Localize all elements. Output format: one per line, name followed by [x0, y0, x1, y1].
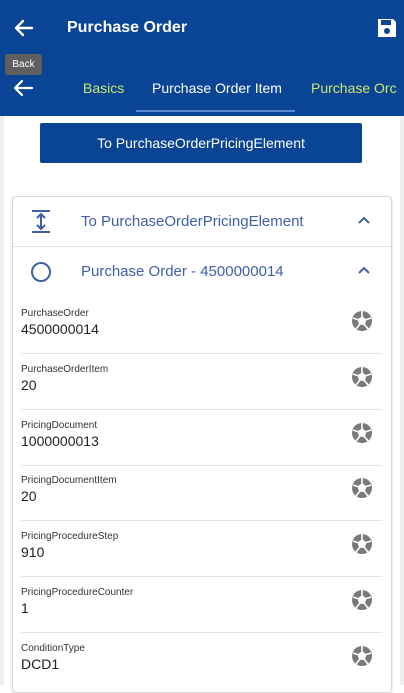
arrow-left-icon[interactable]	[12, 16, 36, 40]
field-condition-type: ConditionType DCD1	[21, 633, 382, 689]
page-title: Purchase Order	[67, 19, 188, 36]
field-label: PricingProcedureStep	[21, 531, 119, 542]
field-pricing-procedure-counter: PricingProcedureCounter 1	[21, 577, 382, 633]
field-value: 20	[21, 488, 37, 504]
field-label: PricingDocument	[21, 420, 98, 431]
save-icon[interactable]	[376, 17, 398, 39]
app-bar: Purchase Order	[0, 0, 404, 60]
field-value: 910	[21, 544, 45, 560]
field-label: PurchaseOrder	[21, 308, 89, 319]
field-purchase-order-item: PurchaseOrderItem 20	[21, 354, 382, 410]
field-value: 4500000014	[21, 321, 99, 337]
aperture-icon[interactable]	[351, 589, 373, 611]
arrow-left-icon[interactable]	[12, 78, 34, 98]
aperture-icon[interactable]	[351, 533, 373, 555]
field-purchase-order: PurchaseOrder 4500000014	[21, 298, 382, 354]
nav-section-header[interactable]: To PurchaseOrderPricingElement	[13, 197, 391, 247]
field-label: PricingDocumentItem	[21, 475, 117, 486]
field-value: 20	[21, 377, 37, 393]
field-label: PurchaseOrderItem	[21, 364, 109, 375]
active-tab-indicator	[136, 110, 295, 112]
aperture-icon[interactable]	[351, 366, 373, 388]
field-label: ConditionType	[21, 643, 85, 654]
aperture-icon[interactable]	[351, 477, 373, 499]
field-label: PricingProcedureCounter	[21, 587, 134, 598]
circle-icon	[31, 262, 51, 282]
nav-section-label: To PurchaseOrderPricingElement	[81, 213, 304, 230]
aperture-icon[interactable]	[351, 310, 373, 332]
tab-basics[interactable]: Basics	[83, 80, 124, 96]
field-pricing-document-item: PricingDocumentItem 20	[21, 465, 382, 521]
back-tooltip: Back	[5, 54, 42, 75]
field-value: 1000000013	[21, 433, 99, 449]
right-gutter	[400, 116, 404, 685]
aperture-icon[interactable]	[351, 422, 373, 444]
tab-bar: Basics Purchase Order Item Purchase Orc	[0, 60, 404, 116]
object-section-label: Purchase Order - 4500000014	[81, 263, 284, 280]
to-pricing-element-button[interactable]: To PurchaseOrderPricingElement	[40, 123, 362, 163]
field-value: DCD1	[21, 656, 60, 672]
chevron-up-icon[interactable]	[357, 265, 371, 275]
expand-vertical-icon	[32, 210, 50, 233]
left-gutter	[0, 116, 4, 685]
aperture-icon[interactable]	[351, 645, 373, 667]
object-section-header[interactable]: Purchase Order - 4500000014	[13, 247, 391, 297]
field-pricing-procedure-step: PricingProcedureStep 910	[21, 521, 382, 577]
chevron-up-icon[interactable]	[357, 215, 371, 225]
tab-purchase-order-item[interactable]: Purchase Order Item	[152, 80, 282, 96]
tab-purchase-order[interactable]: Purchase Orc	[311, 80, 397, 96]
field-value: 1	[21, 600, 29, 616]
field-pricing-document: PricingDocument 1000000013	[21, 410, 382, 466]
detail-card: To PurchaseOrderPricingElement Purchase …	[12, 196, 392, 693]
